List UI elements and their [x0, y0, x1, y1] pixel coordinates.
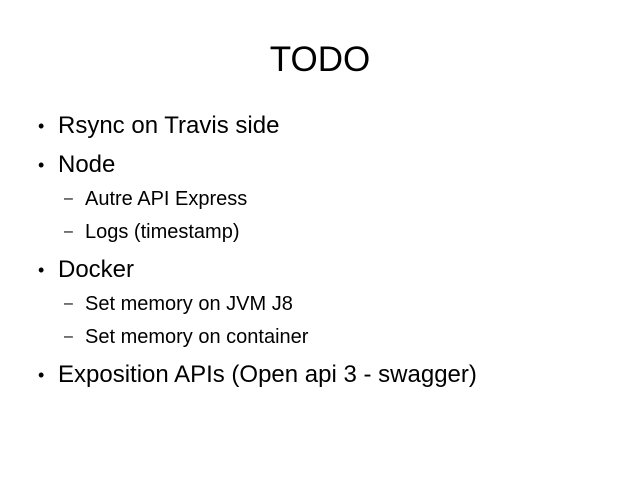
sub-bullet-item: – Set memory on container	[64, 324, 308, 350]
sub-bullet-item: – Logs (timestamp)	[64, 219, 240, 245]
bullet-item-label: Node	[58, 151, 116, 178]
dash-marker-icon: –	[64, 223, 73, 240]
sub-bullet-item-label: Autre API Express	[85, 187, 248, 210]
bullet-item: • Exposition APIs (Open api 3 - swagger)	[38, 360, 477, 390]
sub-bullet-item: – Set memory on JVM J8	[64, 291, 293, 317]
bullet-item-label: Rsync on Travis side	[58, 112, 280, 139]
bullet-list: • Rsync on Travis side • Node – Autre AP…	[0, 0, 640, 480]
bullet-marker-icon: •	[38, 364, 45, 385]
bullet-marker-icon: •	[38, 154, 45, 175]
sub-bullet-item-label: Set memory on JVM J8	[85, 292, 293, 315]
bullet-marker-icon: •	[38, 259, 45, 280]
bullet-item: • Node	[38, 150, 115, 180]
slide: TODO • Rsync on Travis side • Node – Aut…	[0, 0, 640, 480]
dash-marker-icon: –	[64, 190, 73, 207]
bullet-item-label: Docker	[58, 256, 135, 283]
bullet-marker-icon: •	[38, 115, 45, 136]
sub-bullet-item-label: Logs (timestamp)	[85, 220, 240, 243]
bullet-item-label: Exposition APIs (Open api 3 - swagger)	[58, 361, 477, 388]
sub-bullet-item-label: Set memory on container	[85, 325, 309, 348]
dash-marker-icon: –	[64, 295, 73, 312]
sub-bullet-item: – Autre API Express	[64, 186, 247, 212]
bullet-item: • Rsync on Travis side	[38, 111, 279, 141]
dash-marker-icon: –	[64, 328, 73, 345]
bullet-item: • Docker	[38, 255, 134, 285]
